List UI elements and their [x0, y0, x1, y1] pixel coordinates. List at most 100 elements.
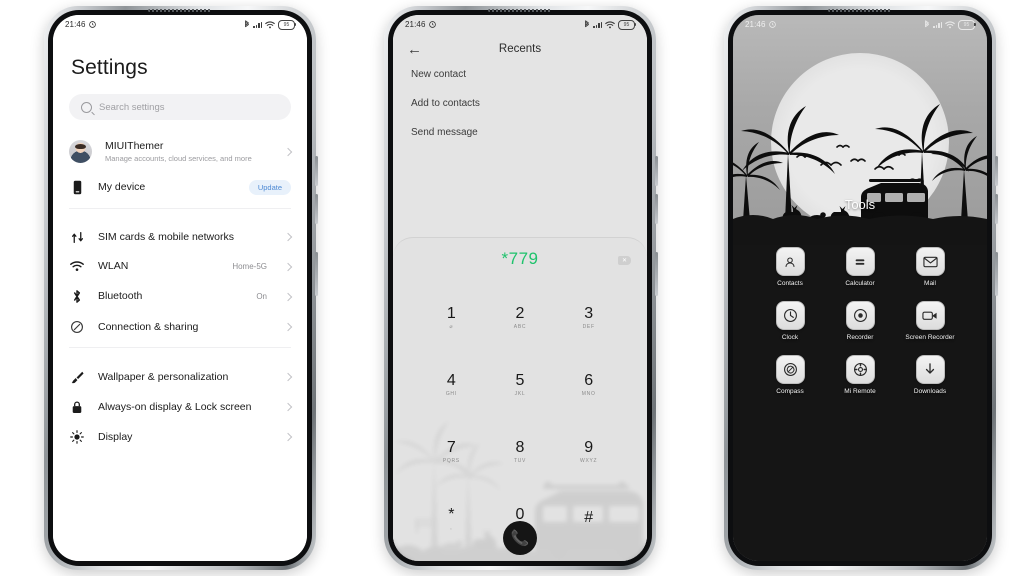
app-calculator[interactable]: Calculator	[825, 247, 895, 288]
dial-key-8[interactable]: 8 TUV	[486, 419, 555, 486]
volume-button-1[interactable]	[315, 156, 318, 186]
volume-button-5[interactable]	[995, 156, 998, 186]
volume-button-6[interactable]	[995, 194, 998, 224]
key-letters: DEF	[582, 323, 595, 330]
app-mi-remote[interactable]: Mi Remote	[825, 355, 895, 396]
account-name: MIUIThemer	[105, 140, 164, 152]
key-letters: MNO	[581, 390, 596, 397]
divider-1	[69, 207, 291, 209]
phone-device-1: 21:46 95 Settings Search settings MIUITh…	[44, 6, 318, 570]
brightness-icon	[69, 430, 85, 444]
screen-recorder-icon	[915, 301, 945, 331]
app-label: Recorder	[846, 334, 874, 342]
screenshot-stage: 21:46 95 Settings Search settings MIUITh…	[0, 0, 1024, 576]
account-subtitle: Manage accounts, cloud services, and mor…	[105, 154, 252, 164]
chevron-right-icon	[283, 402, 293, 412]
download-icon	[915, 355, 945, 385]
backspace-icon[interactable]: ✕	[618, 256, 631, 265]
app-label: Screen Recorder	[905, 334, 955, 342]
sidebar-item-sim[interactable]: SIM cards & mobile networks	[53, 223, 307, 252]
dial-key-3[interactable]: 3 DEF	[554, 284, 623, 351]
dial-key-1[interactable]: 1 ⌀	[417, 284, 486, 351]
dial-key-7[interactable]: 7 PQRS	[417, 419, 486, 486]
volume-button-3[interactable]	[655, 156, 658, 186]
power-button-3[interactable]	[995, 252, 998, 296]
dialpad: 1 ⌀ 2 ABC 3 DEF 4 GHI 5 JKL 6 MNO 7 PQRS 8 TUV 9…	[393, 284, 647, 553]
key-letters: PQRS	[442, 458, 460, 465]
phone-screen-2: 21:46 95 ← Recents New contact Add to co…	[393, 15, 647, 561]
sidebar-item-wlan[interactable]: WLAN Home-5G	[53, 252, 307, 281]
status-time: 21:46	[405, 20, 426, 29]
app-label: Compass	[776, 388, 804, 396]
key-letters: ABC	[513, 323, 527, 330]
wifi-icon	[605, 20, 615, 29]
earpiece-grill-1	[148, 9, 212, 12]
key-digit: 8	[515, 439, 525, 457]
my-device-row[interactable]: My device Update	[53, 172, 307, 203]
calculator-icon	[845, 247, 875, 276]
sidebar-item-bluetooth[interactable]: Bluetooth On	[53, 281, 307, 312]
app-clock[interactable]: Clock	[755, 301, 825, 342]
call-button[interactable]: 📞	[503, 521, 537, 555]
sidebar-item-aod-lock[interactable]: Always-on display & Lock screen	[53, 392, 307, 422]
chevron-right-icon	[283, 262, 293, 271]
sidebar-item-value: Home-5G	[232, 262, 267, 272]
dial-key-4[interactable]: 4 GHI	[417, 351, 486, 418]
wifi-icon	[265, 20, 275, 29]
menu-item-add-to-contacts[interactable]: Add to contacts	[393, 89, 647, 118]
signal-bars-icon	[253, 21, 262, 28]
sidebar-item-label: WLAN	[98, 260, 129, 272]
mail-icon	[915, 247, 945, 276]
search-icon	[81, 101, 92, 113]
dial-key-2[interactable]: 2 ABC	[486, 284, 555, 351]
dial-key-5[interactable]: 5 JKL	[486, 351, 555, 418]
compass-icon	[775, 355, 805, 385]
app-recorder[interactable]: Recorder	[825, 301, 895, 342]
bluetooth-icon	[924, 20, 930, 29]
app-downloads[interactable]: Downloads	[895, 355, 965, 396]
power-button-2[interactable]	[655, 252, 658, 296]
chevron-right-icon	[283, 322, 293, 332]
battery-icon: 95	[958, 19, 975, 30]
key-digit: #	[584, 509, 594, 527]
key-digit: 5	[515, 371, 525, 389]
key-letters: WXYZ	[580, 458, 598, 465]
link-icon	[69, 320, 85, 334]
app-grid: Contacts Calculator Mail Clock Recorder …	[733, 247, 987, 396]
app-label: Calculator	[845, 280, 875, 287]
key-digit: *	[448, 506, 455, 524]
divider-2	[69, 347, 291, 349]
search-placeholder: Search settings	[99, 101, 165, 113]
app-screen-recorder[interactable]: Screen Recorder	[895, 301, 965, 342]
search-input[interactable]: Search settings	[69, 94, 291, 120]
key-digit: 1	[446, 304, 456, 322]
sidebar-item-connection[interactable]: Connection & sharing	[53, 312, 307, 342]
app-compass[interactable]: Compass	[755, 355, 825, 396]
volume-button-2[interactable]	[315, 194, 318, 224]
volume-button-4[interactable]	[655, 194, 658, 224]
sidebar-item-label: Display	[98, 430, 133, 443]
bluetooth-icon	[69, 289, 85, 304]
dial-key-6[interactable]: 6 MNO	[554, 351, 623, 418]
key-digit: 3	[584, 304, 594, 322]
dialer-header: ← Recents	[393, 34, 647, 60]
dial-key-star[interactable]: *,	[417, 486, 486, 553]
app-contacts[interactable]: Contacts	[755, 247, 825, 288]
dialer-app: 21:46 95 ← Recents New contact Add to co…	[393, 15, 647, 561]
sidebar-item-wallpaper[interactable]: Wallpaper & personalization	[53, 362, 307, 392]
dial-key-hash[interactable]: #	[554, 486, 623, 553]
app-mail[interactable]: Mail	[895, 247, 965, 288]
menu-item-new-contact[interactable]: New contact	[393, 60, 647, 89]
menu-item-send-message[interactable]: Send message	[393, 118, 647, 147]
power-button-1[interactable]	[315, 252, 318, 296]
settings-app: 21:46 95 Settings Search settings MIUITh…	[53, 15, 307, 561]
app-label: Mail	[924, 280, 936, 287]
account-row[interactable]: MIUIThemer Manage accounts, cloud servic…	[53, 132, 307, 172]
sidebar-item-display[interactable]: Display	[53, 422, 307, 452]
bluetooth-icon	[244, 20, 250, 29]
dial-key-9[interactable]: 9 WXYZ	[554, 419, 623, 486]
keypad-panel: *779 ✕ 1 ⌀ 2 ABC 3 DEF 4 GHI 5 JKL 6 MNO 7 PQRS…	[393, 237, 647, 561]
update-badge[interactable]: Update	[248, 179, 291, 195]
sidebar-item-label: Always-on display & Lock screen	[98, 400, 252, 413]
